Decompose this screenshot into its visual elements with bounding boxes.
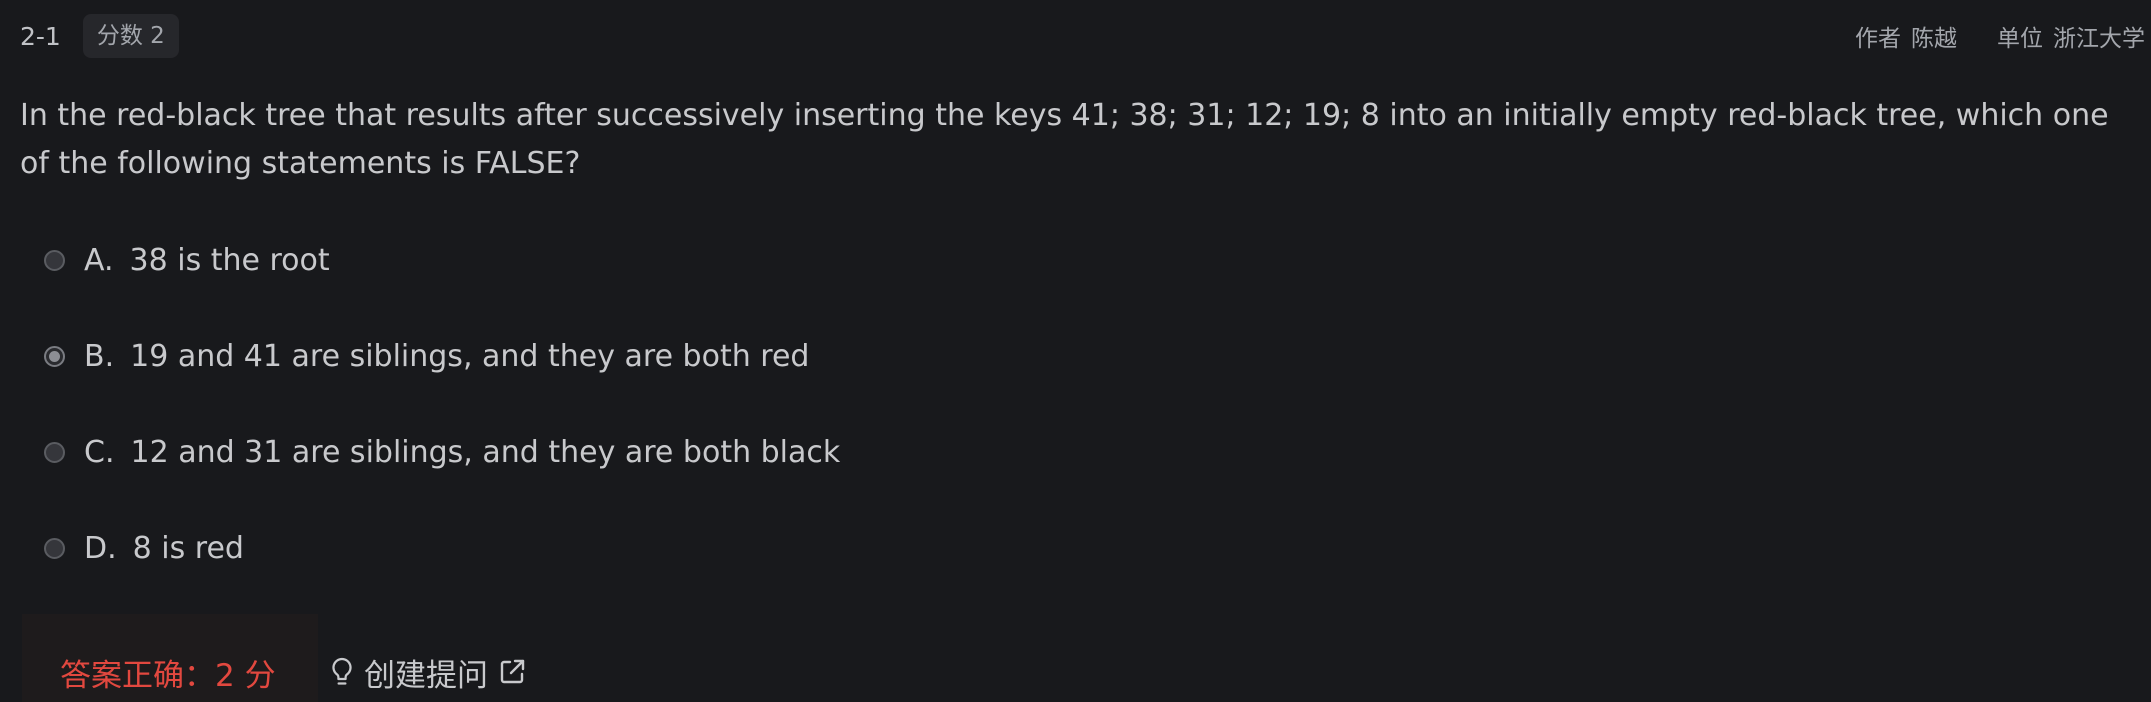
lightbulb-icon [330,657,354,687]
create-question-link[interactable]: 创建提问 [330,650,526,694]
radio-button[interactable] [44,537,65,559]
author-label: 作者 [1855,26,1901,52]
option-label: 8 is red [132,530,244,566]
problem-card: 2-1 分数 2 作者 陈越 单位 浙江大学 In the red-black tr… [0,0,2151,702]
answer-options: A. 38 is the root B. 19 and 41 are sibli… [44,232,840,616]
unit-info: 单位 浙江大学 [1997,19,2145,53]
unit-name: 浙江大学 [2053,26,2145,52]
option-letter: A. [84,242,114,278]
option-label: 19 and 41 are siblings, and they are bot… [130,338,810,374]
create-question-label: 创建提问 [364,657,488,694]
radio-button[interactable] [44,441,65,463]
question-text: In the red-black tree that results after… [20,98,2109,181]
result-status: 答案正确：2 分 [60,658,276,694]
option-a[interactable]: A. 38 is the root [44,232,840,288]
option-label: 12 and 31 are siblings, and they are bot… [130,434,841,470]
option-label: 38 is the root [129,242,330,278]
radio-button-selected[interactable] [44,345,65,367]
problem-meta: 作者 陈越 单位 浙江大学 [1815,14,2145,58]
option-d[interactable]: D. 8 is red [44,520,840,576]
option-letter: D. [84,530,117,566]
question-number: 2-1 [20,21,61,51]
option-c[interactable]: C. 12 and 31 are siblings, and they are … [44,424,840,480]
result-banner: 答案正确：2 分 [22,614,318,702]
option-b[interactable]: B. 19 and 41 are siblings, and they are … [44,328,840,384]
score-badge: 分数 2 [82,14,179,58]
radio-button[interactable] [44,249,65,271]
external-link-icon [498,658,526,686]
problem-header: 2-1 分数 2 [20,14,179,58]
option-letter: C. [84,434,115,470]
author-name: 陈越 [1911,26,1957,52]
option-letter: B. [84,338,115,374]
unit-label: 单位 [1997,26,2043,52]
author-info: 作者 陈越 [1855,19,1957,53]
